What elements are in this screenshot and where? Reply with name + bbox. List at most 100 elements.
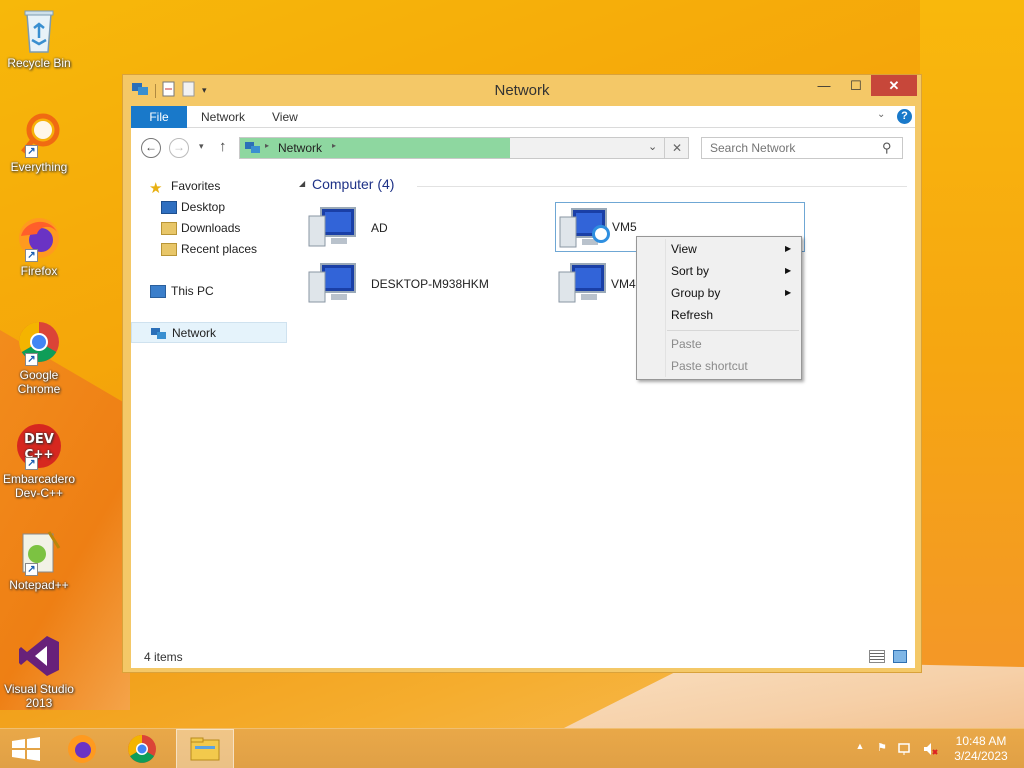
address-dropdown-icon[interactable]: ⌄ xyxy=(648,140,657,153)
desktop-icon-recycle-bin[interactable]: Recycle Bin xyxy=(2,6,76,70)
group-header[interactable]: Computer (4) xyxy=(312,176,394,192)
tab-view[interactable]: View xyxy=(272,106,298,128)
nav-item-network[interactable]: Network xyxy=(131,322,287,343)
busy-cursor-icon xyxy=(592,225,610,243)
tab-file[interactable]: File xyxy=(131,106,187,128)
desktop-icon-label: Everything xyxy=(10,160,68,174)
menu-item-sort-by[interactable]: Sort by ▶ xyxy=(637,260,801,282)
menu-item-label: Paste xyxy=(671,337,702,351)
status-bar: 4 items xyxy=(131,646,915,668)
taskbar-chrome[interactable] xyxy=(114,729,170,768)
devcpp-icon: DEV C++ ↗ xyxy=(15,422,63,470)
details-view-icon[interactable] xyxy=(869,650,885,663)
everything-search-icon: ↗ xyxy=(15,110,63,158)
search-input[interactable] xyxy=(702,138,872,158)
taskbar-clock[interactable]: 10:48 AM 3/24/2023 xyxy=(948,734,1014,764)
menu-item-refresh[interactable]: Refresh xyxy=(637,304,801,326)
nav-item-label: Network xyxy=(172,326,217,340)
nav-item-favorites[interactable]: ★ Favorites xyxy=(131,176,287,197)
recent-places-icon xyxy=(161,243,177,256)
search-box[interactable]: ⚲ xyxy=(701,137,903,159)
computer-icon xyxy=(307,204,359,253)
recent-locations-icon[interactable]: ▾ xyxy=(199,141,204,152)
desktop-icon-devcpp[interactable]: DEV C++ ↗ Embarcadero Dev-C++ xyxy=(2,422,76,500)
close-button[interactable]: ✕ xyxy=(871,75,917,96)
breadcrumb-chevron-icon[interactable]: ▸ xyxy=(265,141,269,150)
nav-item-this-pc[interactable]: This PC xyxy=(131,281,287,302)
title-bar[interactable]: ▾ Network — ☐ ✕ xyxy=(123,75,921,105)
desktop-icon-notepadpp[interactable]: ↗ Notepad++ xyxy=(2,528,76,592)
back-button[interactable]: ← xyxy=(141,138,161,158)
menu-item-label: Group by xyxy=(671,286,721,300)
nav-item-downloads[interactable]: Downloads xyxy=(131,218,287,239)
show-hidden-icons-icon[interactable]: ▲ xyxy=(852,741,868,757)
nav-item-label: Desktop xyxy=(181,200,226,214)
taskbar-file-explorer[interactable] xyxy=(176,729,234,768)
clear-address-icon[interactable]: ✕ xyxy=(672,141,682,155)
network-icon xyxy=(150,327,166,340)
shortcut-arrow-icon: ↗ xyxy=(25,563,38,576)
breadcrumb-chevron-icon[interactable]: ▸ xyxy=(332,141,336,150)
taskbar-firefox[interactable] xyxy=(54,729,110,768)
firefox-icon: ↗ xyxy=(15,214,63,262)
nav-item-desktop[interactable]: Desktop xyxy=(131,197,287,218)
clock-date: 3/24/2023 xyxy=(954,749,1008,763)
chrome-icon: ↗ xyxy=(15,318,63,366)
window-title: Network xyxy=(494,82,550,99)
menu-item-paste[interactable]: Paste xyxy=(637,333,801,355)
maximize-button[interactable]: ☐ xyxy=(839,75,873,96)
menu-item-label: Sort by xyxy=(671,264,710,278)
nav-item-label: Favorites xyxy=(171,179,221,193)
item-count: 4 items xyxy=(144,650,183,664)
file-item-label: VM4 xyxy=(611,277,636,291)
desktop-icon-label: Recycle Bin xyxy=(7,56,71,70)
explorer-content: ← → ▾ ↑ ▸ Network ▸ ⌄ ✕ ⚲ xyxy=(131,128,915,668)
wallpaper-shape xyxy=(920,0,1024,720)
network-location-icon xyxy=(244,141,262,158)
tab-network[interactable]: Network xyxy=(201,106,245,128)
volume-muted-icon[interactable] xyxy=(922,741,938,757)
large-icons-view-icon[interactable] xyxy=(893,650,907,663)
submenu-arrow-icon: ▶ xyxy=(785,244,792,253)
search-icon[interactable]: ⚲ xyxy=(882,140,892,156)
desktop-icon-chrome[interactable]: ↗ Google Chrome xyxy=(2,318,76,396)
taskbar: ▲ ⚑ 10:48 AM 3/24/2023 xyxy=(0,728,1024,768)
forward-button[interactable]: → xyxy=(169,138,189,158)
submenu-arrow-icon: ▶ xyxy=(785,288,792,297)
expand-ribbon-icon[interactable]: ⌄ xyxy=(877,109,885,120)
separator xyxy=(664,138,665,158)
menu-separator xyxy=(667,330,799,331)
desktop-icon-firefox[interactable]: ↗ Firefox xyxy=(2,214,76,278)
shortcut-arrow-icon: ↗ xyxy=(25,249,38,262)
desktop-icon-everything[interactable]: ↗ Everything xyxy=(2,110,76,174)
desktop-icon-visual-studio[interactable]: Visual Studio 2013 xyxy=(2,632,76,710)
shortcut-arrow-icon: ↗ xyxy=(25,145,38,158)
windows-logo-icon xyxy=(12,737,40,761)
shortcut-arrow-icon: ↗ xyxy=(25,353,38,366)
menu-item-paste-shortcut[interactable]: Paste shortcut xyxy=(637,355,801,377)
desktop-icon-label: Google Chrome xyxy=(17,368,61,396)
breadcrumb-network[interactable]: Network xyxy=(278,141,322,155)
start-button[interactable] xyxy=(0,729,56,768)
minimize-button[interactable]: — xyxy=(807,75,841,96)
menu-item-group-by[interactable]: Group by ▶ xyxy=(637,282,801,304)
up-button[interactable]: ↑ xyxy=(219,138,227,155)
firefox-icon xyxy=(68,735,96,763)
file-item[interactable]: AD xyxy=(307,202,557,252)
star-icon: ★ xyxy=(149,180,163,197)
desktop-icon-label: Embarcadero Dev-C++ xyxy=(2,472,76,500)
svg-text:DEV: DEV xyxy=(24,432,54,447)
nav-item-label: Downloads xyxy=(181,221,241,235)
downloads-folder-icon xyxy=(161,222,177,235)
chrome-icon xyxy=(128,735,156,763)
collapse-group-icon[interactable]: ◢ xyxy=(299,179,305,188)
action-center-flag-icon[interactable]: ⚑ xyxy=(874,741,890,757)
network-tray-icon[interactable] xyxy=(898,741,914,757)
file-item[interactable]: DESKTOP-M938HKM xyxy=(307,258,557,308)
address-bar[interactable]: ▸ Network ▸ ⌄ ✕ xyxy=(239,137,689,159)
help-icon[interactable]: ? xyxy=(897,109,912,124)
nav-item-recent-places[interactable]: Recent places xyxy=(131,239,287,260)
menu-item-view[interactable]: View ▶ xyxy=(637,238,801,260)
menu-item-label: View xyxy=(671,242,697,256)
explorer-window: ▾ Network — ☐ ✕ File Network View ⌄ ? ← … xyxy=(122,74,922,673)
